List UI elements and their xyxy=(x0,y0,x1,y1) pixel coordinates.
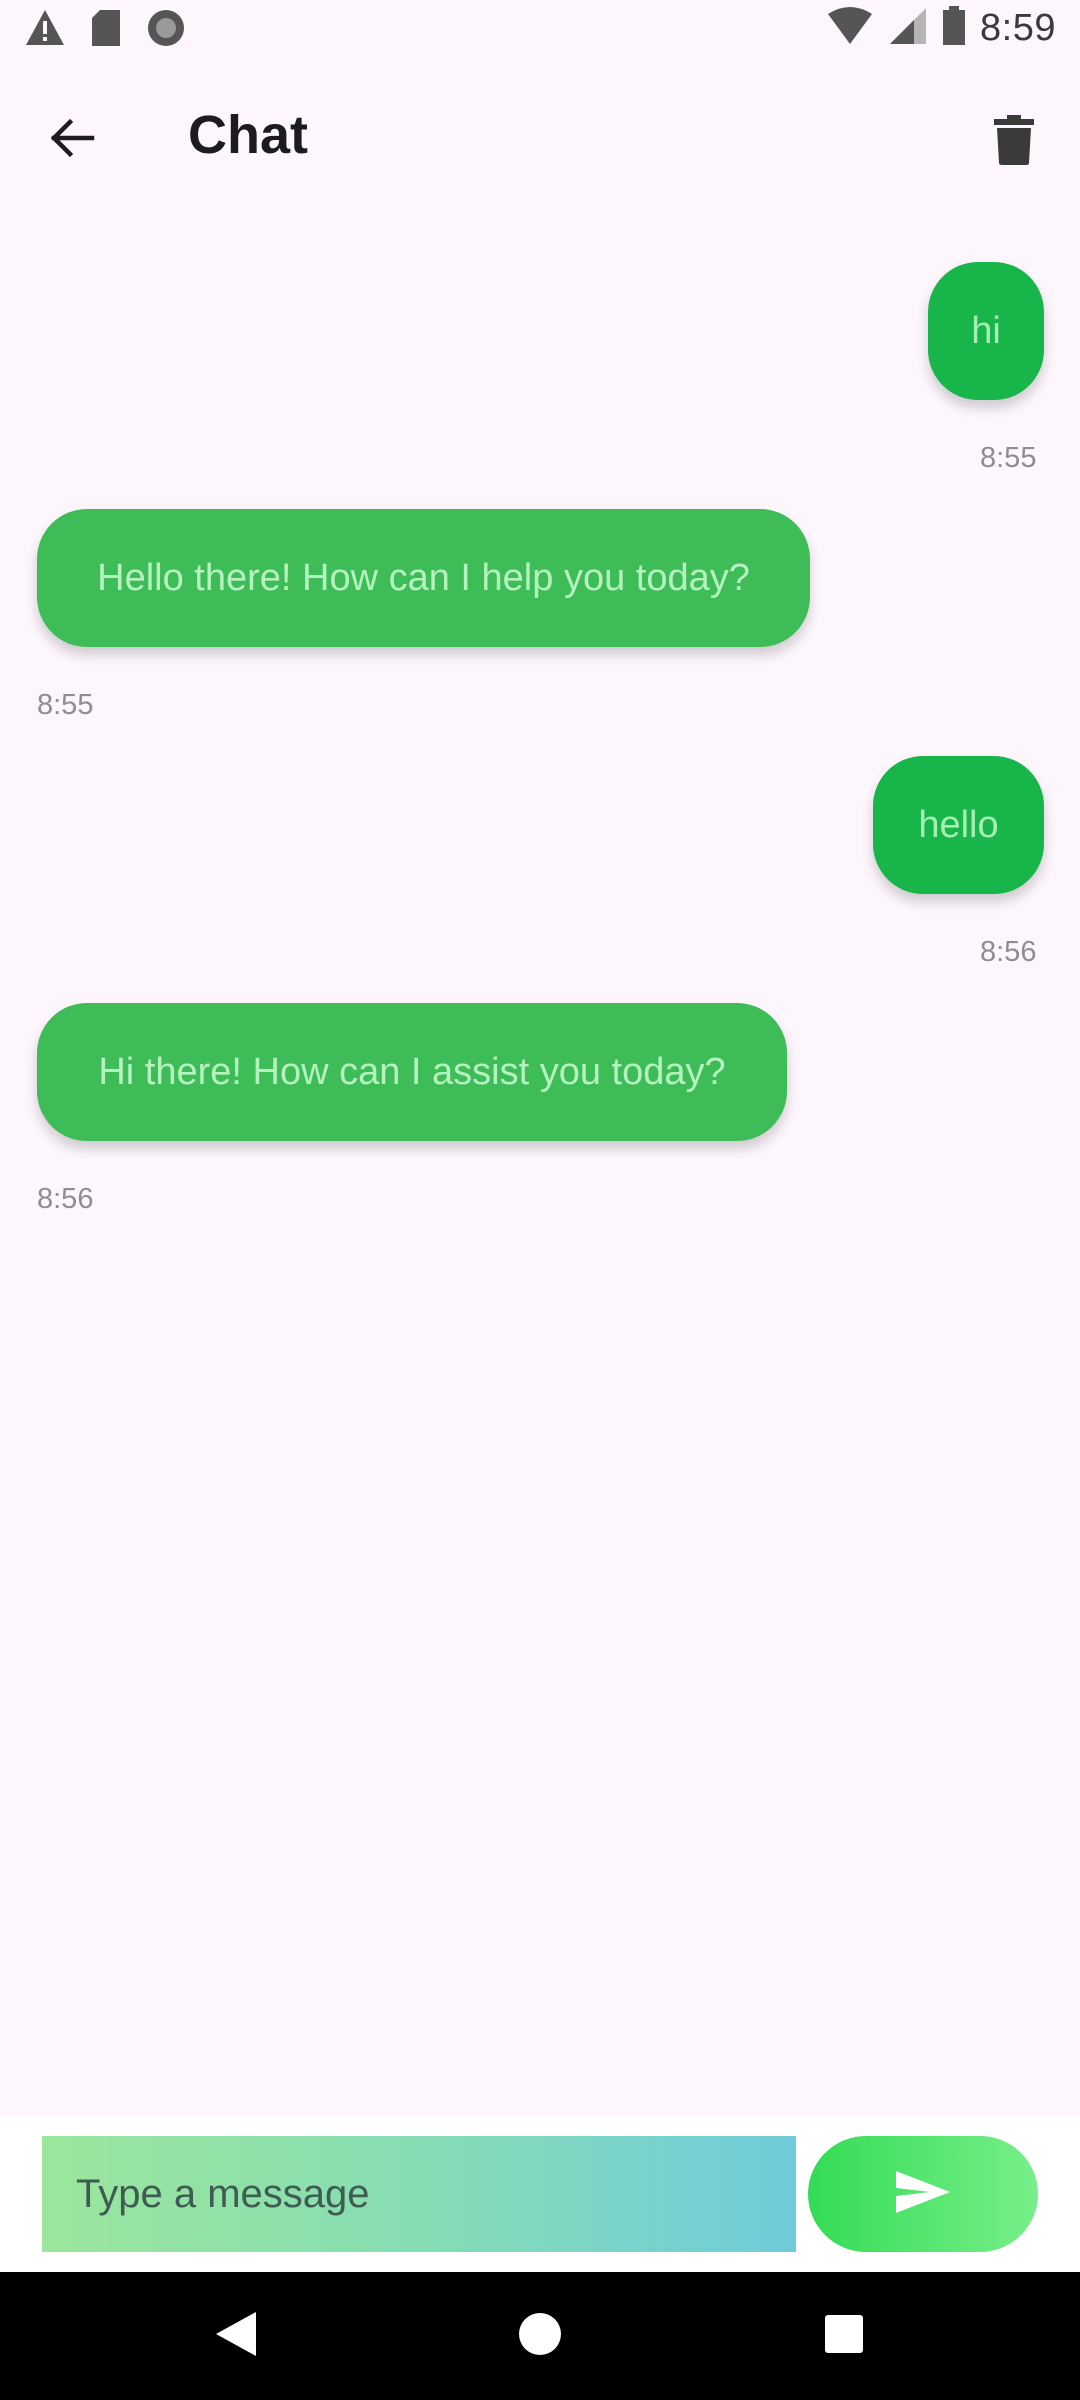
message-timestamp: 8:55 xyxy=(980,442,1037,474)
page-title: Chat xyxy=(188,105,308,165)
nav-recents-button[interactable] xyxy=(814,2306,874,2366)
send-button[interactable] xyxy=(808,2136,1038,2252)
arrow-back-icon xyxy=(48,114,96,167)
nav-recents-icon xyxy=(824,2314,864,2359)
nav-home-button[interactable] xyxy=(510,2306,570,2366)
wifi-icon xyxy=(826,6,874,51)
delete-chat-button[interactable] xyxy=(974,102,1054,182)
sd-card-icon xyxy=(90,8,122,53)
status-left-icons xyxy=(24,8,186,53)
nav-back-button[interactable] xyxy=(206,2306,266,2366)
message-text: hello xyxy=(918,803,999,846)
trash-icon xyxy=(994,114,1034,170)
message-timestamp: 8:55 xyxy=(37,689,94,721)
nav-back-icon xyxy=(214,2310,258,2363)
status-right-icons: 8:59 xyxy=(826,6,1056,51)
nav-home-icon xyxy=(518,2312,562,2361)
message-text: hi xyxy=(971,309,1001,352)
message-composer xyxy=(0,2116,1080,2272)
status-time: 8:59 xyxy=(980,7,1056,49)
bot-message-bubble[interactable]: Hi there! How can I assist you today? xyxy=(37,1003,787,1141)
status-bar: 8:59 xyxy=(0,0,1080,64)
system-nav-bar xyxy=(0,2272,1080,2400)
record-icon xyxy=(146,8,186,53)
message-timestamp: 8:56 xyxy=(37,1183,94,1215)
message-input[interactable] xyxy=(42,2136,796,2252)
send-icon xyxy=(894,2169,952,2220)
message-timestamp: 8:56 xyxy=(980,936,1037,968)
battery-icon xyxy=(942,6,966,51)
bot-message-bubble[interactable]: Hello there! How can I help you today? xyxy=(37,509,810,647)
user-message-bubble[interactable]: hi xyxy=(928,262,1044,400)
app-bar: Chat xyxy=(0,64,1080,208)
message-text: Hi there! How can I assist you today? xyxy=(98,1050,726,1093)
cell-signal-icon xyxy=(888,6,928,51)
back-button[interactable] xyxy=(34,102,110,178)
warning-icon xyxy=(24,8,66,53)
message-text: Hello there! How can I help you today? xyxy=(97,556,750,599)
user-message-bubble[interactable]: hello xyxy=(873,756,1044,894)
